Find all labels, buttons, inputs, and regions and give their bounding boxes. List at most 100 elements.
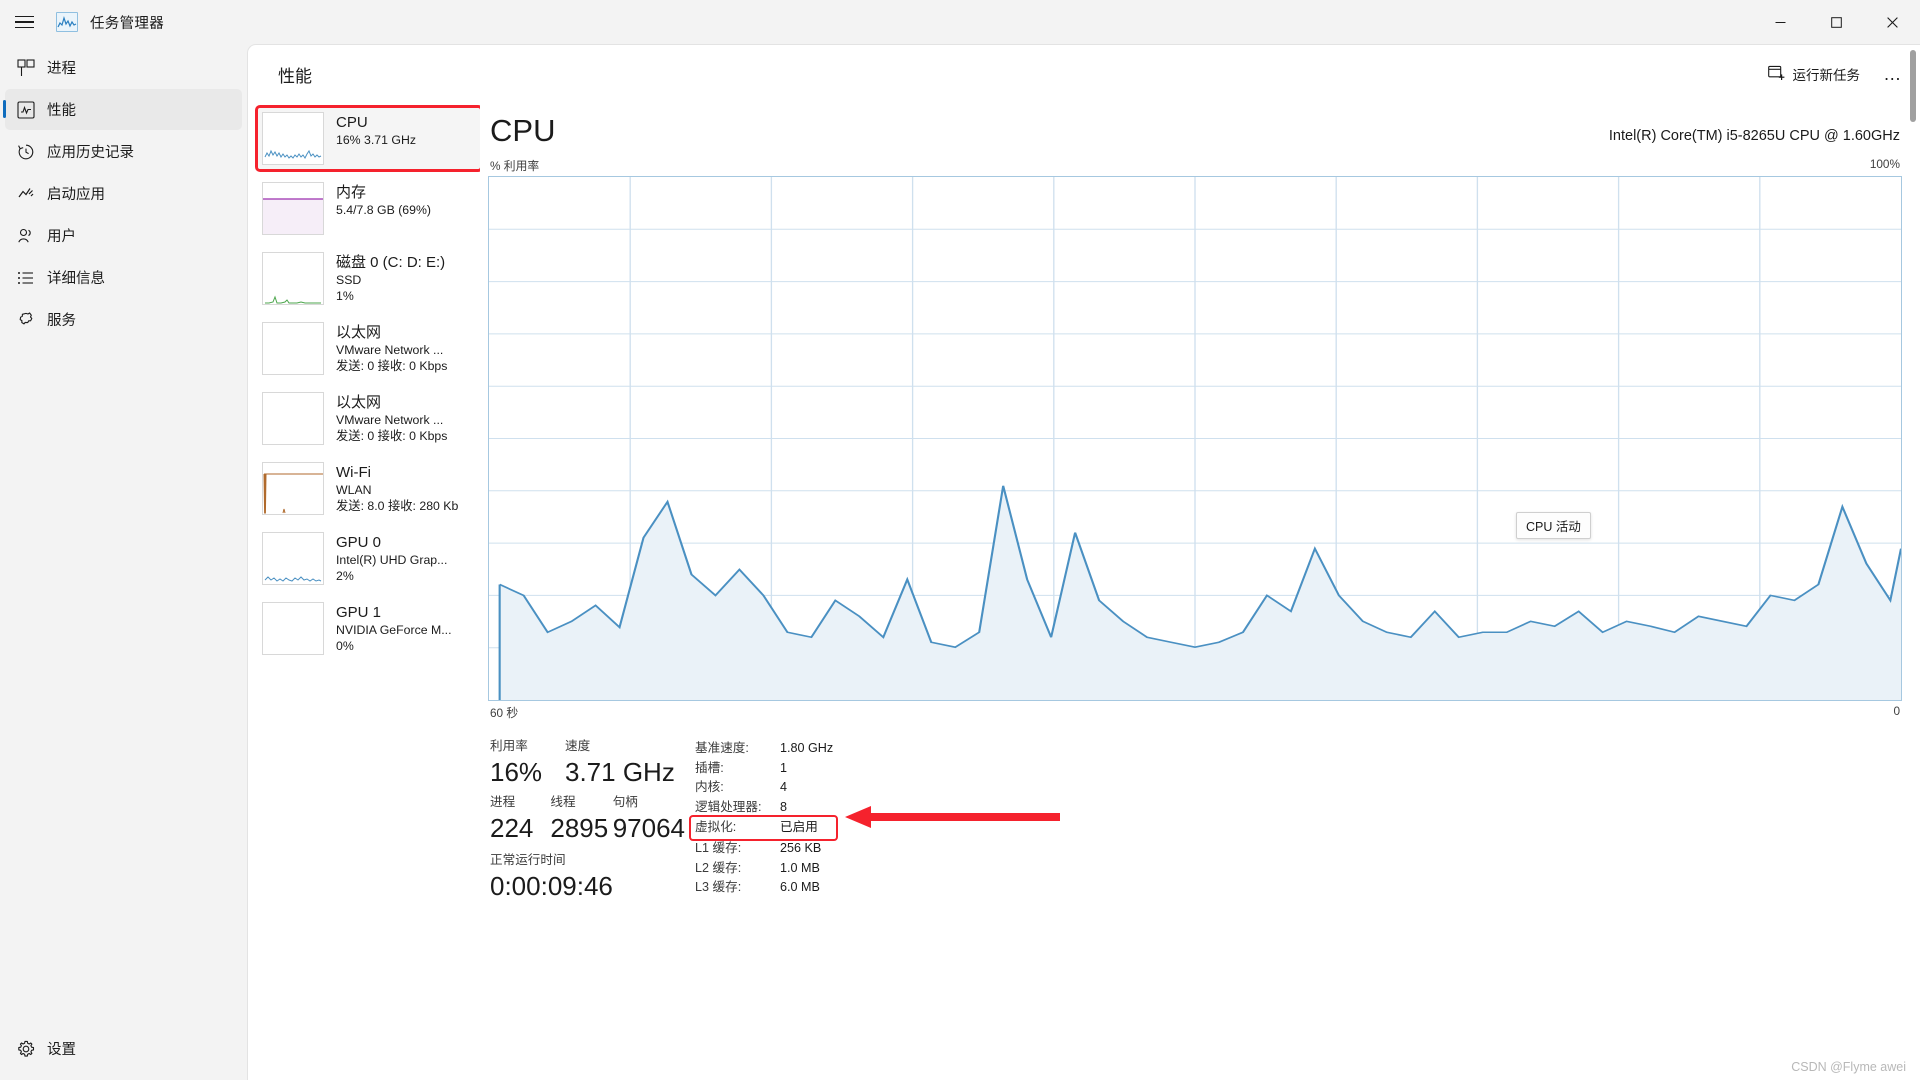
cpu-detail-pane: CPU Intel(R) Core(TM) i5-8265U CPU @ 1.6… xyxy=(480,103,1920,1080)
stat-threads: 线程 2895 xyxy=(550,793,612,845)
cpu-usage-chart: CPU 活动 xyxy=(488,176,1902,701)
chart-bottom-axis: 60 秒 0 xyxy=(488,701,1902,721)
cpu-stats: 利用率 16% 速度 3.71 GHz 进程 224 线程 2895 句柄 97… xyxy=(488,721,1902,903)
content-card: 性能 运行新任务 … CPU 16% 3.71 GHz 内存 5.4/7.8 G… xyxy=(247,44,1920,1080)
details-icon xyxy=(5,269,47,287)
detail-l3-cache: L3 缓存: 6.0 MB xyxy=(695,878,836,898)
x-axis-left-label: 60 秒 xyxy=(490,706,519,720)
resource-item-gpu-0[interactable]: GPU 0 Intel(R) UHD Grap... 2% xyxy=(258,528,480,589)
detail-l2-cache: L2 缓存: 1.0 MB xyxy=(695,859,836,879)
wifi-sparkline-thumb xyxy=(262,462,324,515)
window-body: 进程 性能 应用历史记录 启动应用 用户 详细信息 服务 设置 性能 运行新任务… xyxy=(0,44,1920,1080)
resource-item-text: 以太网 VMware Network ... 发送: 0 接收: 0 Kbps xyxy=(336,322,447,375)
resource-item-name: 以太网 xyxy=(336,324,382,341)
sidebar-item-processes[interactable]: 进程 xyxy=(5,47,242,88)
cpu-header: CPU Intel(R) Core(TM) i5-8265U CPU @ 1.6… xyxy=(488,103,1902,153)
resource-item-ethernet-1[interactable]: 以太网 VMware Network ... 发送: 0 接收: 0 Kbps xyxy=(258,318,480,379)
resource-item-line2: 发送: 0 接收: 0 Kbps xyxy=(336,359,448,373)
sidebar-item-label: 进程 xyxy=(47,61,76,77)
detail-key: 内核: xyxy=(695,780,724,795)
resource-item-wifi[interactable]: Wi-Fi WLAN 发送: 8.0 接收: 280 Kb xyxy=(258,458,480,519)
stat-processes: 进程 224 xyxy=(490,793,550,845)
stat-label: 正常运行时间 xyxy=(490,853,566,867)
sidebar-item-details[interactable]: 详细信息 xyxy=(5,257,242,298)
sidebar-item-app-history[interactable]: 应用历史记录 xyxy=(5,131,242,172)
x-axis-right-label: 0 xyxy=(1893,704,1900,718)
gpu1-thumb xyxy=(262,602,324,655)
resource-item-text: Wi-Fi WLAN 发送: 8.0 接收: 280 Kb xyxy=(336,462,458,515)
resource-item-line1: 5.4/7.8 GB (69%) xyxy=(336,203,432,217)
sidebar-item-label: 设置 xyxy=(47,1042,76,1058)
sidebar-item-label: 启动应用 xyxy=(47,187,105,203)
detail-cores: 内核: 4 xyxy=(695,778,836,798)
stat-label: 利用率 xyxy=(490,739,528,753)
cpu-model-name: Intel(R) Core(TM) i5-8265U CPU @ 1.60GHz xyxy=(1608,128,1900,144)
resource-item-memory[interactable]: 内存 5.4/7.8 GB (69%) xyxy=(258,178,480,239)
stat-value: 0:00:09:46 xyxy=(490,871,613,901)
resource-item-line1: NVIDIA GeForce M... xyxy=(336,623,452,637)
more-options-button[interactable]: … xyxy=(1876,58,1910,90)
detail-sockets: 插槽: 1 xyxy=(695,759,836,779)
vertical-scrollbar[interactable] xyxy=(1908,46,1918,1066)
y-axis-label: % 利用率 xyxy=(490,159,540,173)
run-new-task-button[interactable]: 运行新任务 xyxy=(1756,58,1873,90)
detail-key: 逻辑处理器: xyxy=(695,799,762,814)
y-axis-max-label: 100% xyxy=(1869,157,1900,171)
page-title: 性能 xyxy=(278,66,312,86)
stat-utilization: 利用率 16% xyxy=(490,737,565,789)
resource-item-name: 磁盘 0 (C: D: E:) xyxy=(336,254,446,271)
detail-l1-cache: L1 缓存: 256 KB xyxy=(695,839,836,859)
resource-item-line2: 2% xyxy=(336,569,354,583)
maximize-button[interactable] xyxy=(1808,0,1864,44)
watermark: CSDN @Flyme awei xyxy=(1791,1060,1906,1074)
window-controls xyxy=(1752,0,1920,44)
resource-item-line2: 0% xyxy=(336,639,354,653)
resource-item-name: 内存 xyxy=(336,184,367,201)
scrollbar-thumb[interactable] xyxy=(1910,50,1916,122)
processes-icon xyxy=(5,58,47,77)
resource-item-gpu-1[interactable]: GPU 1 NVIDIA GeForce M... 0% xyxy=(258,598,480,659)
sidebar-item-label: 性能 xyxy=(47,103,76,119)
sidebar-item-settings[interactable]: 设置 xyxy=(5,1028,242,1069)
sidebar-item-label: 用户 xyxy=(47,229,76,245)
window-title: 任务管理器 xyxy=(90,15,164,32)
resource-item-ethernet-2[interactable]: 以太网 VMware Network ... 发送: 0 接收: 0 Kbps xyxy=(258,388,480,449)
detail-key: 插槽: xyxy=(695,760,724,775)
memory-fill-thumb xyxy=(262,182,324,235)
app-chart-icon xyxy=(56,12,78,32)
resource-list: CPU 16% 3.71 GHz 内存 5.4/7.8 GB (69%) 磁盘 … xyxy=(248,103,480,1080)
stat-label: 进程 xyxy=(490,795,516,809)
resource-item-cpu[interactable]: CPU 16% 3.71 GHz xyxy=(255,105,480,172)
stat-label: 速度 xyxy=(565,739,591,753)
sidebar-item-performance[interactable]: 性能 xyxy=(3,89,242,130)
sidebar-item-users[interactable]: 用户 xyxy=(5,215,242,256)
sidebar-item-startup-apps[interactable]: 启动应用 xyxy=(5,173,242,214)
stats-row-2: 进程 224 线程 2895 句柄 97064 xyxy=(490,793,685,845)
stat-label: 线程 xyxy=(550,795,576,809)
detail-key: L3 缓存: xyxy=(695,880,742,895)
red-arrow-annotation-icon xyxy=(845,804,1060,835)
resource-item-line2: 发送: 0 接收: 0 Kbps xyxy=(336,429,448,443)
stat-uptime: 正常运行时间 0:00:09:46 xyxy=(490,851,685,903)
sidebar-item-services[interactable]: 服务 xyxy=(5,299,242,340)
stat-value: 2895 xyxy=(550,813,609,843)
close-button[interactable] xyxy=(1864,0,1920,44)
gear-icon xyxy=(5,1040,47,1058)
minimize-button[interactable] xyxy=(1752,0,1808,44)
header-actions: 运行新任务 … xyxy=(1756,58,1911,90)
resource-item-text: CPU 16% 3.71 GHz xyxy=(336,112,416,165)
hamburger-icon[interactable] xyxy=(0,0,48,44)
sidebar-settings-group: 设置 xyxy=(0,1028,247,1070)
chart-tooltip: CPU 活动 xyxy=(1516,512,1591,539)
sidebar-item-label: 服务 xyxy=(47,313,76,329)
resource-item-line2: 1% xyxy=(336,289,354,303)
detail-key: 基准速度: xyxy=(695,741,749,755)
ethernet-thumb xyxy=(262,322,324,375)
title-bar: 任务管理器 xyxy=(0,0,1920,44)
stat-value: 3.71 GHz xyxy=(565,757,675,787)
detail-virtualization: 虚拟化: 已启用 xyxy=(689,815,838,841)
performance-icon xyxy=(5,100,47,119)
chart-top-axis: % 利用率 100% xyxy=(488,153,1902,176)
resource-item-name: CPU xyxy=(336,114,368,131)
resource-item-disk-0[interactable]: 磁盘 0 (C: D: E:) SSD 1% xyxy=(258,248,480,309)
